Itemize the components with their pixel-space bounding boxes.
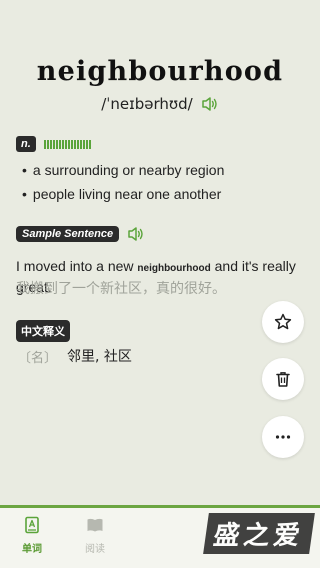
frequency-segment: [55, 139, 58, 149]
words-book-icon: [25, 516, 39, 534]
frequency-segment: [67, 139, 70, 149]
definition-header: n.: [16, 136, 91, 152]
tab-read-label: 阅读: [85, 544, 105, 555]
more-button[interactable]: [262, 416, 304, 458]
sentence-highlight-word: neighbourhood: [137, 263, 211, 274]
phonetic-text: /ˈneɪbərhʊd/: [101, 95, 193, 113]
frequency-segment: [46, 139, 49, 149]
word-header: neighbourhood /ˈneɪbərhʊd/: [0, 56, 320, 113]
frequency-segment: [64, 139, 67, 149]
frequency-segment: [79, 139, 82, 149]
frequency-segment: [43, 139, 46, 149]
definition-item: • people living near one another: [22, 182, 224, 206]
frequency-segment: [85, 139, 88, 149]
frequency-segment: [58, 139, 61, 149]
open-book-icon: [87, 518, 103, 532]
definition-item: • a surrounding or nearby region: [22, 158, 224, 182]
chinese-pos: 〔名〕: [18, 350, 58, 366]
frequency-segment: [49, 139, 52, 149]
speaker-icon[interactable]: [201, 96, 219, 112]
more-icon: [275, 435, 291, 439]
word-title: neighbourhood: [36, 56, 284, 87]
chinese-definition-badge: 中文释义: [16, 320, 70, 342]
tab-words[interactable]: 单词: [2, 516, 62, 555]
frequency-segment: [70, 139, 73, 149]
chinese-meaning: 邻里, 社区: [67, 349, 132, 365]
tab-words-label: 单词: [22, 544, 42, 555]
frequency-segment: [52, 139, 55, 149]
pos-badge: n.: [16, 136, 36, 152]
frequency-segment: [82, 139, 85, 149]
frequency-segment: [76, 139, 79, 149]
chinese-definition: 〔名〕 邻里, 社区: [18, 346, 132, 366]
speaker-icon[interactable]: [127, 226, 145, 242]
bullet-icon: •: [22, 162, 27, 178]
star-icon: [274, 313, 292, 330]
frequency-segment: [88, 139, 91, 149]
bullet-icon: •: [22, 186, 27, 202]
sample-header: Sample Sentence: [16, 226, 145, 242]
definition-list: • a surrounding or nearby region • peopl…: [22, 158, 224, 206]
frequency-bar: [43, 139, 91, 149]
watermark-logo: 盛之爱: [203, 513, 315, 554]
sample-sentence-badge: Sample Sentence: [16, 226, 120, 242]
trash-icon: [276, 372, 290, 387]
favorite-button[interactable]: [262, 301, 304, 343]
definition-text: people living near one another: [32, 186, 222, 202]
delete-button[interactable]: [262, 358, 304, 400]
phonetic-row: /ˈneɪbərhʊd/: [0, 95, 320, 113]
sentence-before: I moved into a new: [16, 258, 138, 274]
frequency-segment: [61, 139, 64, 149]
sentence-translation: 我搬到了一个新社区，真的很好。: [16, 281, 226, 297]
bottom-tab-bar: 单词 阅读 盛之爱: [0, 505, 320, 568]
frequency-segment: [73, 139, 76, 149]
tab-read[interactable]: 阅读: [65, 516, 125, 555]
definition-text: a surrounding or nearby region: [32, 162, 225, 178]
